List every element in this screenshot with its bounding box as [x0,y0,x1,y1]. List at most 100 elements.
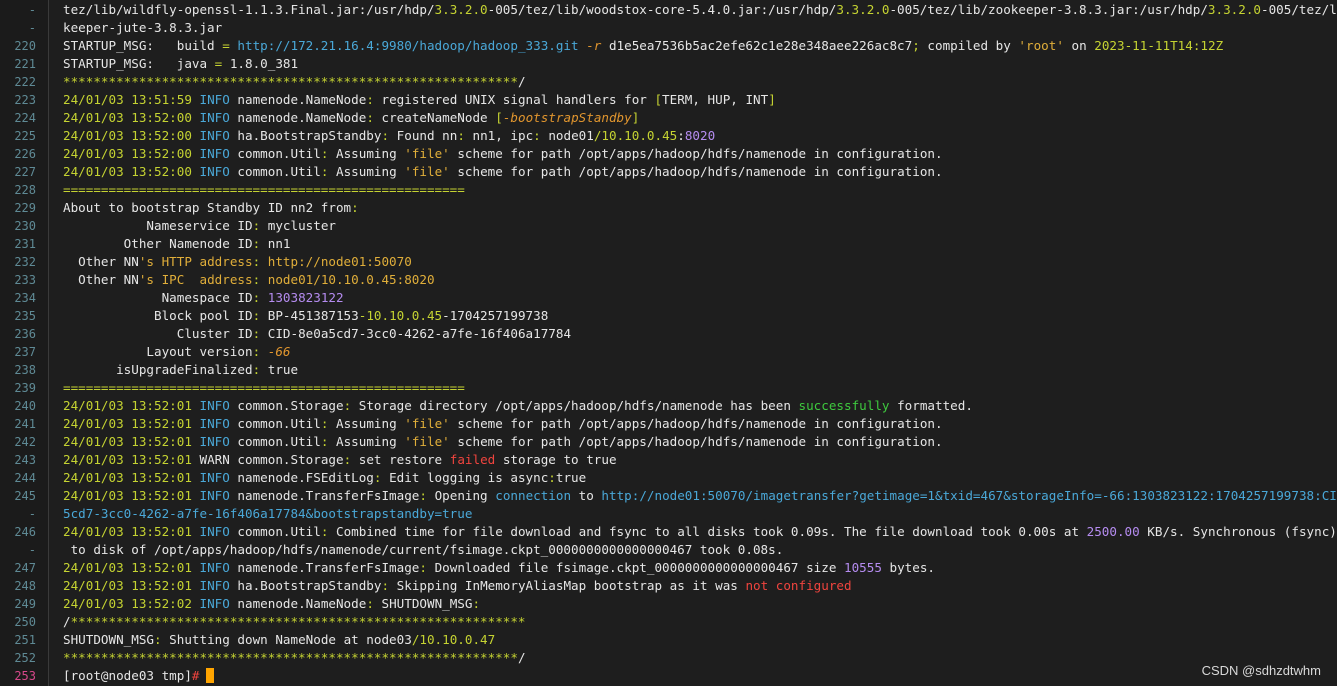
text-segment: SHUTDOWN_MSG [63,632,154,647]
terminal-line: 233 Other NN's IPC address: node01/10.10… [0,271,1337,289]
terminal-line: - keeper-jute-3.8.3.jar [0,19,1337,37]
terminal-line: 250/************************************… [0,613,1337,631]
text-segment: scheme for path /opt/apps/hadoop/hdfs/na… [449,146,943,161]
line-number: 239 [14,381,36,395]
text-segment: CID-8e0a5cd7-3cc0-4262-a7fe-16f406a17784 [260,326,572,341]
text-segment: 24/01/03 13:52:01 [63,452,200,467]
line-content: Block pool ID: BP-451387153-10.10.0.45-1… [36,307,548,325]
text-segment: 24/01/03 13:52:01 [63,470,200,485]
line-content: STARTUP_MSG: java = 1.8.0_381 [36,55,298,73]
text-segment: 24/01/03 13:52:00 [63,146,200,161]
text-segment: 2500.00 [1086,524,1140,539]
terminal-line: - tez/lib/wildfly-openssl-1.1.3.Final.jar… [0,1,1337,19]
text-segment: [ [495,110,503,125]
text-segment: isUpgradeFinalized [63,362,253,377]
text-segment: keeper-jute-3.8.3.jar [63,20,223,35]
text-segment: Skipping InMemoryAliasMap bootstrap as i… [389,578,746,593]
text-segment: : [419,560,427,575]
text-segment: storage to true [495,452,617,467]
text-segment: ; [912,38,920,53]
line-number: 243 [14,453,36,467]
text-segment: : [381,578,390,593]
line-content: to disk of /opt/apps/hadoop/hdfs/namenod… [36,541,784,559]
terminal-line: 221 STARTUP_MSG: java = 1.8.0_381 [0,55,1337,73]
terminal-line: 235 Block pool ID: BP-451387153-10.10.0.… [0,307,1337,325]
text-segment: INFO [199,488,230,503]
text-segment: 24/01/03 13:52:01 [63,398,200,413]
text-segment: INFO [199,110,230,125]
text-segment: node01/10.10.0.45:8020 [260,272,435,287]
line-number: 220 [14,39,36,53]
line-content: 24/01/03 13:52:01 INFO common.Storage: S… [36,397,973,415]
text-segment: 'root' [1018,38,1064,53]
text-segment: 'file' [404,416,450,431]
text-segment: WARN [199,452,230,467]
text-segment: 10555 [844,560,882,575]
text-segment: 's HTTP address [138,254,253,269]
text-segment: INFO [199,146,230,161]
line-content: [root@node03 tmp]# [36,667,214,685]
terminal-window[interactable]: - tez/lib/wildfly-openssl-1.1.3.Final.jar… [0,0,1337,686]
text-segment: 's IPC address [138,272,253,287]
text-segment: Namespace ID [63,290,253,305]
line-content: Layout version: -66 [36,343,290,361]
line-number: 225 [14,129,36,143]
line-content: 24/01/03 13:52:01 INFO namenode.Transfer… [36,559,935,577]
text-segment: INFO [199,470,230,485]
terminal-line: 220 STARTUP_MSG: build = http://172.21.16… [0,37,1337,55]
line-number: - [28,21,36,35]
text-segment: scheme for path /opt/apps/hadoop/hdfs/na… [449,164,943,179]
line-content: 24/01/03 13:52:00 INFO ha.BootstrapStand… [36,127,715,145]
line-content: tez/lib/wildfly-openssl-1.1.3.Final.jar:… [36,1,1337,19]
text-segment: ha.BootstrapStandby [229,128,382,143]
text-segment: 24/01/03 13:51:59 [63,92,200,107]
text-segment: -bootstrapStandby [502,110,632,125]
text-segment: successfully [798,398,890,413]
text-segment: Other NN [63,254,139,269]
line-content: 24/01/03 13:52:01 INFO namenode.FSEditLo… [36,469,586,487]
text-segment: -005/tez/lib/woodstox-core-5.4.0.jar:/us… [487,2,837,17]
text-segment: ========================================… [63,380,465,395]
text-segment: 3.3.2.0 [1207,2,1261,17]
text-segment: on [1063,38,1095,53]
terminal-line: 222 *************************************… [0,73,1337,91]
text-segment: 2023-11-11T14:12Z [1094,38,1224,53]
text-segment: Nameservice ID [63,218,253,233]
text-segment: Other Namenode ID [63,236,253,251]
line-number: 253 [14,669,36,683]
terminal-line: 251 SHUTDOWN_MSG: Shutting down NameNode … [0,631,1337,649]
text-segment: Cluster ID [63,326,253,341]
text-segment: [root@node03 tmp] [63,668,192,683]
text-segment: 24/01/03 13:52:02 [63,596,200,611]
line-content: 24/01/03 13:52:00 INFO namenode.NameNode… [36,109,639,127]
terminal-line: 238 isUpgradeFinalized: true [0,361,1337,379]
line-number: 234 [14,291,36,305]
text-segment: : [154,632,162,647]
line-content: 24/01/03 13:52:02 INFO namenode.NameNode… [36,595,480,613]
text-segment: failed [449,452,496,467]
text-segment: : [457,128,465,143]
line-content: keeper-jute-3.8.3.jar [36,19,222,37]
line-number: 249 [14,597,36,611]
text-segment: Shutting down NameNode at node03 [161,632,412,647]
text-segment: : [366,110,374,125]
terminal-line: 231 Other Namenode ID: nn1 [0,235,1337,253]
text-segment: ****************************************… [63,74,518,89]
line-number: 227 [14,165,36,179]
text-segment: common.Util [229,416,321,431]
text-segment: / [63,614,71,629]
line-content: Other NN's IPC address: node01/10.10.0.4… [36,271,435,289]
text-segment: INFO [199,596,230,611]
line-content: /***************************************… [36,613,526,631]
line-content: Namespace ID: 1303823122 [36,289,344,307]
terminal-line: 225 24/01/03 13:52:00 INFO ha.BootstrapSt… [0,127,1337,145]
text-segment: : [419,488,427,503]
cursor[interactable] [205,668,214,683]
text-segment: ha.BootstrapStandby [229,578,382,593]
line-number: 252 [14,651,36,665]
text-segment: 24/01/03 13:52:01 [63,416,200,431]
terminal-line: 244 24/01/03 13:52:01 INFO namenode.FSEdi… [0,469,1337,487]
text-segment: common.Util [229,434,321,449]
text-segment: STARTUP_MSG: java [63,56,215,71]
text-segment: Downloaded file fsimage.ckpt_00000000000… [426,560,844,575]
